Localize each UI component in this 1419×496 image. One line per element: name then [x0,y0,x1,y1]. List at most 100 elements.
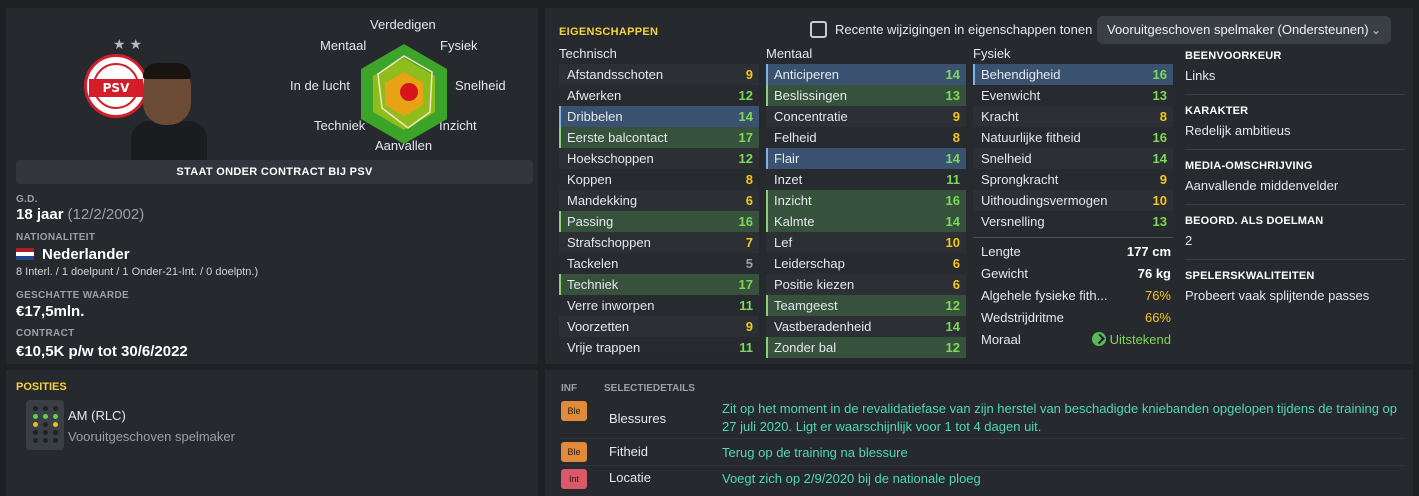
attribute-value: 12 [738,151,753,166]
attribute-value: 8 [745,172,753,187]
attribute-row[interactable]: Koppen 8 [559,169,759,190]
attribute-row[interactable]: Tackelen 5 [559,253,759,274]
attribute-row[interactable]: Vrije trappen 11 [559,337,759,358]
attribute-name: Inzet [774,172,803,187]
attribute-row[interactable]: Passing 16 [559,211,759,232]
attribute-value: 16 [1152,130,1167,145]
pitch-position-icon[interactable] [26,400,64,450]
attribute-row[interactable]: Strafschoppen 7 [559,232,759,253]
attribute-row[interactable]: Anticiperen 14 [766,64,966,85]
attribute-name: Positie kiezen [774,277,855,292]
attribute-value: 11 [946,172,960,187]
recent-changes-checkbox[interactable] [810,21,827,38]
attribute-row[interactable]: Voorzetten 9 [559,316,759,337]
attribute-name: Verre inworpen [567,298,655,313]
attribute-row[interactable]: Beslissingen 13 [766,85,966,106]
attribute-value: 16 [945,193,960,208]
selection-description[interactable]: Terug op de training na blessure [722,444,1402,462]
attribute-row[interactable]: Eerste balcontact 17 [559,127,759,148]
attribute-name: Vastberadenheid [774,319,872,334]
attribute-row[interactable]: Inzet 11 [766,169,966,190]
age-value: 18 jaar (12/2/2002) [16,206,144,223]
attribute-row[interactable]: Natuurlijke fitheid 16 [973,127,1173,148]
attribute-row[interactable]: Sprongkracht 9 [973,169,1173,190]
media-description-value: Aanvallende middenvelder [1185,178,1339,193]
attribute-row[interactable]: Versnelling 13 [973,211,1173,232]
player-traits-block[interactable]: SPELERSKWALITEITEN Probeert vaak splijte… [1185,270,1405,303]
attribute-name: Koppen [567,172,612,187]
personality-label: KARAKTER [1185,105,1249,117]
attribute-value: 11 [739,298,753,313]
match-sharpness-row: Wedstrijdritme 66% [981,307,1171,329]
attribute-row[interactable]: Flair 14 [766,148,966,169]
morale-row[interactable]: Moraal Uitstekend [981,329,1171,351]
attribute-value: 14 [945,319,960,334]
international-badge[interactable]: Int [561,469,587,489]
contract-status-banner[interactable]: STAAT ONDER CONTRACT BIJ PSV [16,160,533,184]
morale-label: Moraal [981,332,1021,347]
mental-attributes: Anticiperen 14 Beslissingen 13 Concentrati… [766,64,966,358]
selection-details-panel: INF SELECTIEDETAILS Ble Blessures Zit op… [545,370,1413,496]
preferred-foot-block: BEENVOORKEUR Links [1185,50,1405,83]
attributes-title: EIGENSCHAPPEN [559,26,659,38]
attribute-row[interactable]: Positie kiezen 6 [766,274,966,295]
selection-description[interactable]: Voegt zich op 2/9/2020 bij de nationale … [722,470,1402,488]
recent-changes-label[interactable]: Recente wijzigingen in eigenschappen ton… [835,22,1092,37]
selection-type: Locatie [609,470,651,485]
row-divider [559,465,1405,466]
attribute-row[interactable]: Afwerken 12 [559,85,759,106]
attribute-row[interactable]: Uithoudingsvermogen 10 [973,190,1173,211]
dob-label: G.D. [16,194,38,205]
attribute-row[interactable]: Kracht 8 [973,106,1173,127]
attribute-row[interactable]: Afstandsschoten 9 [559,64,759,85]
media-description-block: MEDIA-OMSCHRIJVING Aanvallende middenvel… [1185,160,1405,193]
attribute-row[interactable]: Snelheid 14 [973,148,1173,169]
injury-badge[interactable]: Ble [561,401,587,421]
attribute-name: Vrije trappen [567,340,641,355]
attribute-row[interactable]: Techniek 17 [559,274,759,295]
attribute-name: Afwerken [567,88,622,103]
attribute-row[interactable]: Verre inworpen 11 [559,295,759,316]
fitness-row: Algehele fysieke fith... 76% [981,285,1171,307]
attribute-row[interactable]: Teamgeest 12 [766,295,966,316]
international-caps: 8 Interl. / 1 doelpunt / 1 Onder-21-Int.… [16,266,259,278]
attribute-row[interactable]: Kalmte 14 [766,211,966,232]
club-reputation-stars: ★★ [113,36,147,52]
attribute-name: Felheid [774,130,817,145]
attribute-row[interactable]: Mandekking 6 [559,190,759,211]
match-sharpness-value: 66% [1144,310,1171,325]
attribute-row[interactable]: Inzicht 16 [766,190,966,211]
nationality-value[interactable]: Nederlander [16,246,130,263]
attribute-value: 12 [945,298,960,313]
contract-label: CONTRACT [16,328,75,339]
attribute-row[interactable]: Dribbelen 14 [559,106,759,127]
attribute-row[interactable]: Felheid 8 [766,127,966,148]
attribute-row[interactable]: Behendigheid 16 [973,64,1173,85]
attribute-name: Zonder bal [774,340,837,355]
personality-value: Redelijk ambitieus [1185,123,1291,138]
positions-panel: POSITIES AM (RLC) Vooruitgeschoven spelm… [6,370,538,496]
attribute-value: 13 [945,88,960,103]
attribute-value: 9 [1159,172,1167,187]
attribute-row[interactable]: Concentratie 9 [766,106,966,127]
mental-heading: Mentaal [766,46,813,61]
attribute-radar-chart[interactable] [352,42,456,146]
role-select[interactable]: Vooruitgeschoven spelmaker (Ondersteunen… [1097,16,1391,44]
attribute-value: 5 [745,256,753,271]
attribute-value: 13 [1152,214,1167,229]
attribute-row[interactable]: Hoekschoppen 12 [559,148,759,169]
attribute-value: 13 [1152,88,1167,103]
contract-value[interactable]: €10,5K p/w tot 30/6/2022 [16,343,188,360]
gk-rating-block: BEOORD. ALS DOELMAN 2 [1185,215,1405,248]
attribute-value: 6 [952,277,960,292]
attribute-row[interactable]: Vastberadenheid 14 [766,316,966,337]
attribute-row[interactable]: Evenwicht 13 [973,85,1173,106]
attribute-name: Flair [774,151,800,166]
height-value: 177 cm [1126,244,1171,259]
morale-arrow-icon [1091,332,1106,346]
attribute-row[interactable]: Lef 10 [766,232,966,253]
attribute-row[interactable]: Zonder bal 12 [766,337,966,358]
fitness-badge[interactable]: Ble [561,442,587,462]
attribute-row[interactable]: Leiderschap 6 [766,253,966,274]
selection-description[interactable]: Zit op het moment in de revalidatiefase … [722,400,1402,436]
